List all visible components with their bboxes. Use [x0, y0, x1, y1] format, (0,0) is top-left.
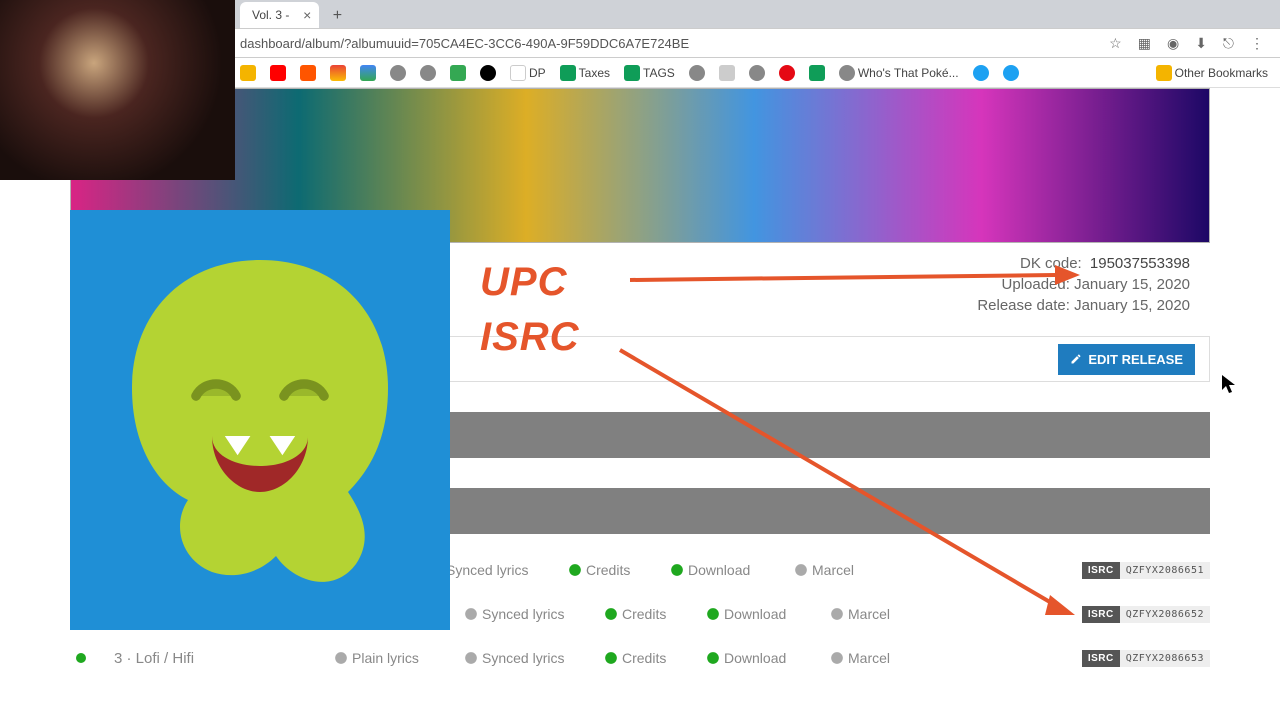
- check-icon: [604, 651, 618, 665]
- uploaded-date: January 15, 2020: [1074, 276, 1190, 293]
- check-icon: [706, 607, 720, 621]
- bookmark-item[interactable]: Taxes: [560, 65, 610, 81]
- check-icon: [568, 563, 582, 577]
- isrc-value: QZFYX2086652: [1120, 606, 1210, 623]
- isrc-label: ISRC: [1082, 650, 1120, 667]
- bookmark-item[interactable]: [330, 65, 346, 81]
- album-art: [70, 210, 450, 630]
- release-date: January 15, 2020: [1074, 297, 1190, 314]
- credits-link[interactable]: Credits: [604, 606, 686, 622]
- bookmark-item[interactable]: Who's That Poké...: [839, 65, 959, 81]
- bookmark-item[interactable]: [779, 65, 795, 81]
- credits-link[interactable]: Credits: [604, 650, 686, 666]
- check-icon: [604, 607, 618, 621]
- mouse-cursor-icon: [1222, 375, 1238, 395]
- star-icon[interactable]: ☆: [1109, 35, 1122, 52]
- bookmark-item[interactable]: DP: [510, 65, 546, 81]
- user-icon: [830, 607, 844, 621]
- uploaded-label: Uploaded:: [1002, 276, 1070, 293]
- webcam-overlay: [0, 0, 235, 180]
- bookmark-item[interactable]: [973, 65, 989, 81]
- extension-icon-3[interactable]: ⎋: [1223, 35, 1234, 52]
- bookmark-item[interactable]: [390, 65, 406, 81]
- bookmark-item[interactable]: [719, 65, 735, 81]
- bookmark-item[interactable]: [749, 65, 765, 81]
- bookmark-item[interactable]: [270, 65, 286, 81]
- tab-title: Vol. 3 -: [252, 8, 289, 22]
- edit-release-label: EDIT RELEASE: [1088, 352, 1183, 367]
- synced-lyrics-link[interactable]: Synced lyrics: [464, 650, 584, 666]
- browser-tab[interactable]: Vol. 3 - ×: [240, 2, 319, 28]
- plain-lyrics-link[interactable]: Plain lyrics: [334, 650, 444, 666]
- bookmark-item[interactable]: [809, 65, 825, 81]
- release-date-label: Release date:: [977, 297, 1070, 314]
- isrc-label: ISRC: [1082, 606, 1120, 623]
- bookmark-item[interactable]: [300, 65, 316, 81]
- isrc-badge: ISRC QZFYX2086652: [1082, 606, 1210, 623]
- edit-release-button[interactable]: EDIT RELEASE: [1058, 344, 1195, 375]
- bookmark-item[interactable]: TAGS: [624, 65, 675, 81]
- close-icon[interactable]: ×: [303, 7, 311, 23]
- upc-value: 195037553398: [1090, 255, 1190, 272]
- bookmark-item[interactable]: [689, 65, 705, 81]
- track-title: 3 · Lofi / Hifi: [114, 650, 314, 667]
- credits-link[interactable]: Credits: [568, 562, 650, 578]
- bookmark-item[interactable]: [450, 65, 466, 81]
- user-icon: [794, 563, 808, 577]
- check-icon: [670, 563, 684, 577]
- menu-icon[interactable]: ⋮: [1250, 35, 1264, 52]
- ghost-icon: [100, 240, 420, 600]
- bookmark-item[interactable]: [1003, 65, 1019, 81]
- question-icon: [464, 651, 478, 665]
- bookmark-item[interactable]: [360, 65, 376, 81]
- isrc-label: ISRC: [1082, 562, 1120, 579]
- dk-code-label: DK code:: [1020, 255, 1082, 272]
- isrc-value: QZFYX2086651: [1120, 562, 1210, 579]
- bookmark-item[interactable]: [420, 65, 436, 81]
- artist-link[interactable]: Marcel: [830, 606, 920, 622]
- check-icon: [706, 651, 720, 665]
- artist-link[interactable]: Marcel: [830, 650, 920, 666]
- user-icon: [830, 651, 844, 665]
- synced-lyrics-link[interactable]: Synced lyrics: [464, 606, 584, 622]
- question-icon: [464, 607, 478, 621]
- extension-icon-2[interactable]: ◉: [1167, 35, 1179, 52]
- new-tab-button[interactable]: +: [325, 4, 349, 28]
- question-icon: [334, 651, 348, 665]
- download-icon[interactable]: ⬇: [1195, 35, 1207, 52]
- isrc-value: QZFYX2086653: [1120, 650, 1210, 667]
- bookmark-item[interactable]: [480, 65, 496, 81]
- isrc-badge: ISRC QZFYX2086651: [1082, 562, 1210, 579]
- url-field[interactable]: dashboard/album/?albumuuid=705CA4EC-3CC6…: [240, 36, 1109, 51]
- bookmark-item[interactable]: [240, 65, 256, 81]
- download-link[interactable]: Download: [706, 606, 810, 622]
- status-dot-icon: [76, 653, 86, 663]
- download-link[interactable]: Download: [670, 562, 774, 578]
- extension-icon[interactable]: ▦: [1138, 35, 1151, 52]
- other-bookmarks[interactable]: Other Bookmarks: [1156, 65, 1268, 81]
- artist-link[interactable]: Marcel: [794, 562, 884, 578]
- download-link[interactable]: Download: [706, 650, 810, 666]
- isrc-badge: ISRC QZFYX2086653: [1082, 650, 1210, 667]
- track-row: 3 · Lofi / Hifi Plain lyrics Synced lyri…: [70, 636, 1210, 680]
- edit-icon: [1070, 353, 1082, 365]
- chrome-action-icons: ☆ ▦ ◉ ⬇ ⎋ ⋮: [1109, 35, 1270, 52]
